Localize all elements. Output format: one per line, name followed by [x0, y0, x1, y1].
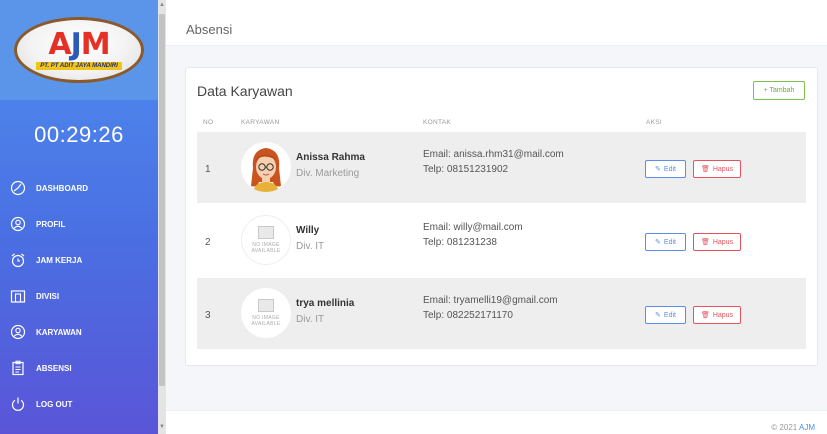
clock: 00:29:26	[34, 122, 124, 147]
company-logo[interactable]: AJM PT. PT ADIT JAYA MANDIRI	[14, 17, 144, 83]
employee-email: Email: willy@mail.com	[423, 222, 523, 233]
scroll-thumb[interactable]	[159, 14, 165, 386]
employee-email: Email: anissa.rhm31@mail.com	[423, 149, 564, 160]
employee-phone: Telp: 081231238	[423, 237, 497, 248]
add-employee-button[interactable]: + Tambah	[753, 81, 805, 100]
logo-letter-j: J	[70, 27, 82, 62]
sidebar-scrollbar[interactable]: ▲ ▼	[158, 0, 166, 434]
avatar: NO IMAGE AVAILABLE	[241, 215, 291, 265]
cartoon-woman-avatar-icon	[251, 148, 281, 192]
building-icon	[10, 288, 26, 304]
table-row: 2 NO IMAGE AVAILABLE Willy Div. IT Email…	[197, 205, 806, 276]
delete-label: Hapus	[712, 165, 734, 173]
employee-division: Div. IT	[296, 241, 325, 252]
profile-icon	[10, 216, 26, 232]
sidebar-item-absensi[interactable]: ABSENSI	[0, 350, 158, 386]
avatar: NO IMAGE AVAILABLE	[241, 288, 291, 338]
row-number: 1	[205, 164, 211, 175]
logo-area: AJM PT. PT ADIT JAYA MANDIRI	[0, 0, 158, 100]
card-title: Data Karyawan	[197, 83, 293, 99]
employee-email: Email: tryamelli19@gmail.com	[423, 295, 558, 306]
column-header-aksi: AKSI	[646, 119, 663, 126]
avatar	[241, 142, 291, 192]
sidebar-item-label: PROFIL	[36, 219, 66, 229]
scroll-down-arrow-icon[interactable]: ▼	[159, 424, 165, 430]
copyright-text: © 2021 AJM	[771, 423, 815, 432]
footer: © 2021 AJM	[166, 410, 827, 434]
no-image-text: NO IMAGE AVAILABLE	[251, 315, 281, 327]
clipboard-icon	[10, 360, 26, 376]
edit-icon: ✎	[655, 239, 661, 246]
topbar: Absensi	[166, 0, 827, 46]
sidebar-item-label: KARYAWAN	[36, 327, 82, 337]
sidebar-item-label: DIVISI	[36, 291, 60, 301]
no-image-text: NO IMAGE AVAILABLE	[251, 242, 281, 254]
employee-phone: Telp: 082252171170	[423, 310, 513, 321]
row-number: 2	[205, 237, 211, 248]
logo-letter-a: A	[48, 27, 71, 62]
alarm-clock-icon	[10, 252, 26, 268]
sidebar-item-profil[interactable]: PROFIL	[0, 206, 158, 242]
column-header-no: NO	[203, 119, 214, 126]
logo-letters: AJM	[48, 27, 111, 62]
sidebar: AJM PT. PT ADIT JAYA MANDIRI 00:29:26 DA…	[0, 0, 158, 434]
edit-button[interactable]: ✎ Edit	[645, 306, 686, 324]
edit-button[interactable]: ✎ Edit	[645, 160, 686, 178]
employee-division: Div. Marketing	[296, 168, 360, 179]
edit-button[interactable]: ✎ Edit	[645, 233, 686, 251]
employee-data-card: Data Karyawan + Tambah NO KARYAWAN KONTA…	[185, 67, 818, 366]
delete-button[interactable]: 🗑 Hapus	[693, 306, 741, 324]
copyright-label: © 2021	[771, 423, 799, 432]
employee-icon	[10, 324, 26, 340]
table-row: 3 NO IMAGE AVAILABLE trya mellinia Div. …	[197, 278, 806, 349]
edit-icon: ✎	[655, 312, 661, 319]
sidebar-item-dashboard[interactable]: DASHBOARD	[0, 170, 158, 206]
delete-button[interactable]: 🗑 Hapus	[693, 233, 741, 251]
page-title: Absensi	[186, 22, 233, 37]
employee-division: Div. IT	[296, 314, 325, 325]
sidebar-menu: DASHBOARD PROFIL JAM KERJA DIVISI KARYAW…	[0, 170, 158, 422]
sidebar-item-logout[interactable]: LOG OUT	[0, 386, 158, 422]
sidebar-item-divisi[interactable]: DIVISI	[0, 278, 158, 314]
footer-brand-link[interactable]: AJM	[799, 423, 815, 432]
power-icon	[10, 396, 26, 412]
employee-name: trya mellinia	[296, 298, 355, 309]
sidebar-item-label: LOG OUT	[36, 399, 73, 409]
row-number: 3	[205, 310, 211, 321]
employee-name: Anissa Rahma	[296, 152, 365, 163]
table-row: 1 Anissa Rahma Div. Marketing Email: ani…	[197, 132, 806, 203]
column-header-karyawan: KARYAWAN	[241, 119, 280, 126]
trash-icon: 🗑	[700, 239, 710, 246]
trash-icon: 🗑	[700, 312, 710, 319]
edit-label: Edit	[663, 238, 676, 246]
sidebar-item-label: DASHBOARD	[36, 183, 88, 193]
delete-label: Hapus	[712, 238, 734, 246]
edit-icon: ✎	[655, 166, 661, 173]
scroll-up-arrow-icon[interactable]: ▲	[159, 2, 165, 8]
image-placeholder-icon	[258, 299, 274, 312]
sidebar-item-karyawan[interactable]: KARYAWAN	[0, 314, 158, 350]
employee-phone: Telp: 08151231902	[423, 164, 509, 175]
column-header-kontak: KONTAK	[423, 119, 452, 126]
sidebar-item-label: JAM KERJA	[36, 255, 83, 265]
sidebar-item-jam-kerja[interactable]: JAM KERJA	[0, 242, 158, 278]
employee-name: Willy	[296, 225, 320, 236]
trash-icon: 🗑	[700, 166, 710, 173]
logo-subtitle: PT. PT ADIT JAYA MANDIRI	[36, 62, 122, 70]
delete-label: Hapus	[712, 311, 734, 319]
delete-button[interactable]: 🗑 Hapus	[693, 160, 741, 178]
dashboard-icon	[10, 180, 26, 196]
sidebar-item-label: ABSENSI	[36, 363, 72, 373]
logo-letter-m: M	[80, 27, 111, 62]
image-placeholder-icon	[258, 226, 274, 239]
edit-label: Edit	[663, 311, 676, 319]
edit-label: Edit	[663, 165, 676, 173]
